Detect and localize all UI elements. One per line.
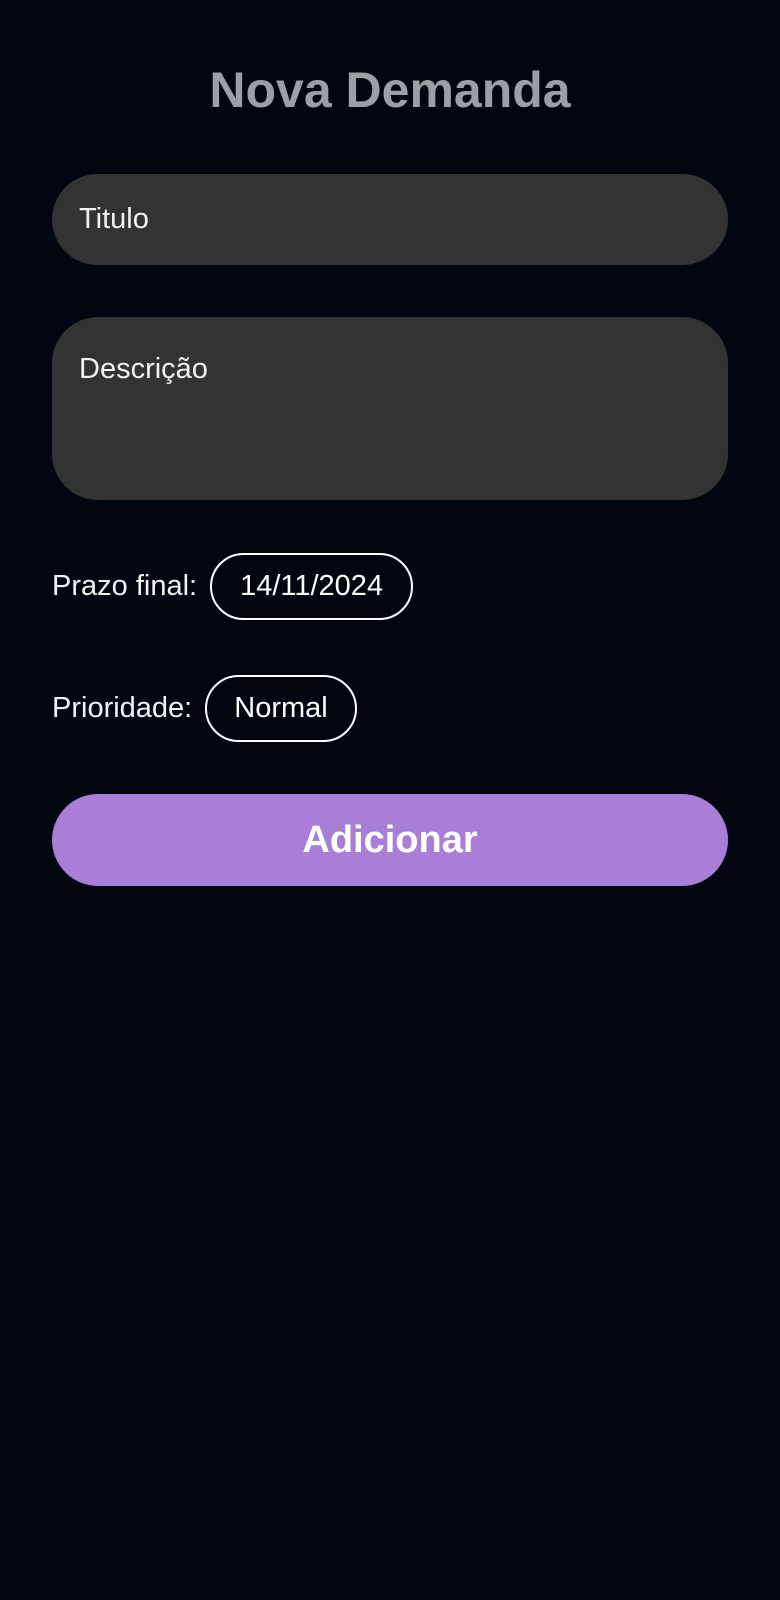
priority-select[interactable]: Normal (205, 674, 357, 742)
deadline-date-value: 14/11/2024 (240, 569, 384, 602)
deadline-row: Prazo final: 14/11/2024 (52, 551, 414, 621)
description-input[interactable]: Descrição (52, 317, 728, 500)
priority-value: Normal (234, 691, 328, 724)
page-title: Nova Demanda (209, 62, 571, 118)
deadline-label: Prazo final: (52, 569, 198, 602)
priority-row: Prioridade: Normal (52, 673, 357, 743)
description-input-placeholder: Descrição (79, 353, 208, 385)
add-button-label: Adicionar (302, 818, 478, 861)
title-input-placeholder: Titulo (79, 203, 149, 235)
title-input[interactable]: Titulo (52, 174, 728, 265)
deadline-date-button[interactable]: 14/11/2024 (210, 552, 414, 620)
add-button[interactable]: Adicionar (52, 794, 728, 886)
priority-label: Prioridade: (52, 691, 193, 724)
